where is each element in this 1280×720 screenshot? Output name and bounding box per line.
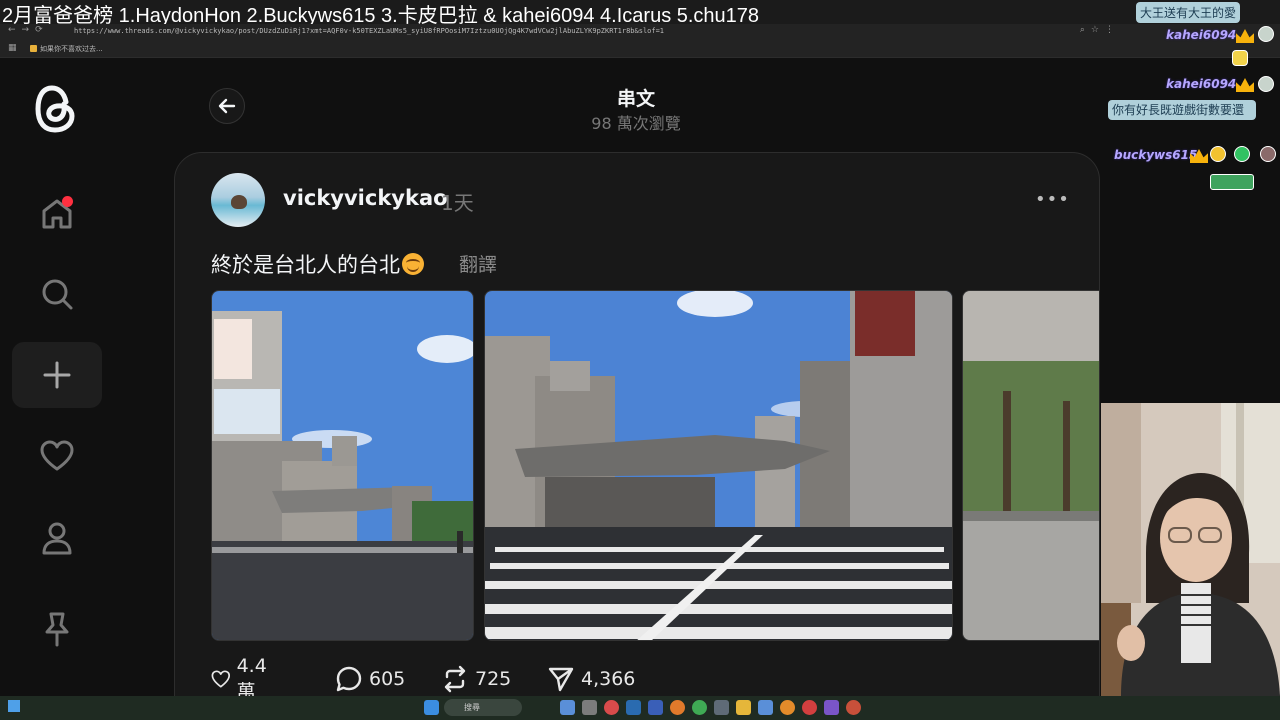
start-button-icon[interactable] [424,700,439,715]
chat-username: kahei6094 [1166,77,1237,91]
crown-badge-icon [1236,29,1254,43]
repost-button[interactable]: 725 [441,665,511,693]
more-options-icon[interactable]: ••• [1035,189,1070,210]
page-title: 串文 [616,88,655,110]
webcam-feed [1101,403,1280,696]
threads-logo-icon[interactable] [30,81,82,137]
heart-icon [211,670,231,688]
leaderboard-ticker: 2月富爸爸榜 1.HaydonHon 2.Buckyws615 3.卡皮巴拉 &… [0,0,1280,27]
post-username[interactable]: vickyvickykao [283,186,448,210]
app-icon[interactable] [758,700,773,715]
like-button[interactable]: 4.4 萬 [211,655,275,703]
view-count: 98 萬次瀏覽 [591,114,681,133]
repost-count: 725 [475,668,512,690]
steam-icon[interactable] [626,700,641,715]
folder-icon[interactable] [736,700,751,715]
browser-address-bar: ←→⟳ https://www.threads.com/@vickyvickyk… [0,24,1280,40]
url-field[interactable]: https://www.threads.com/@vickyvickykao/p… [74,27,664,35]
emote-icon [1210,174,1254,190]
browser-nav-icons[interactable]: ←→⟳ [8,25,49,35]
back-button[interactable] [209,88,245,124]
chat-message: 你有好長既遊戲街數要還 [1108,100,1256,120]
app-icon[interactable] [714,700,729,715]
comment-count: 605 [369,668,406,690]
post-text-content: 終於是台北人的台北 [211,253,400,277]
os-taskbar: 搜尋 [0,696,1280,720]
avatar-figure [231,195,247,209]
avatar[interactable] [211,173,265,227]
plus-icon [43,361,71,389]
chrome-icon[interactable] [692,700,707,715]
person-icon [42,522,72,555]
firefox-icon[interactable] [670,700,685,715]
repost-icon [444,665,466,693]
post-photo-1[interactable] [211,290,474,641]
post-photo-2[interactable] [484,290,953,641]
app-icon[interactable] [582,700,597,715]
post-card: vickyvickykao 1天 ••• 終於是台北人的台北 翻譯 4.4 萬 … [174,152,1100,720]
share-button[interactable]: 4,366 [547,665,635,693]
chat-avatar [1260,146,1276,162]
star-badge-icon [1234,146,1250,162]
app-icon[interactable] [802,700,817,715]
emote-icon [1232,50,1248,66]
sidebar-item-profile[interactable] [12,505,102,571]
post-text: 終於是台北人的台北 [211,249,424,279]
chat-username: kahei6094 [1166,28,1237,42]
sidebar-item-pinned[interactable] [12,596,102,662]
arrow-left-icon [218,98,236,114]
app-icon[interactable] [846,700,861,715]
apps-grid-icon[interactable]: ▦ [8,43,17,53]
taskbar-search[interactable]: 搜尋 [444,699,522,716]
smiling-emoji-icon [402,253,424,275]
sidebar-item-activity[interactable] [12,423,102,489]
sidebar [0,59,112,696]
app-icon[interactable] [560,700,575,715]
chat-message: 大王送有大王的愛 [1136,2,1241,23]
notification-dot [62,196,73,207]
comment-icon [336,666,362,692]
chat-avatar [1258,76,1274,92]
post-time: 1天 [441,191,474,215]
send-icon [548,667,574,692]
heart-icon [40,440,74,471]
translate-link[interactable]: 翻譯 [459,250,497,277]
share-count: 4,366 [581,668,636,690]
pin-icon [45,612,69,647]
bookmark-item[interactable]: 如果你不喜欢过去... [30,44,103,54]
widgets-icon[interactable] [8,700,20,712]
search-icon [42,279,73,310]
bookmarks-bar: ▦ 如果你不喜欢过去... [0,40,1280,58]
sidebar-item-home[interactable] [12,181,102,247]
chat-avatar [1258,26,1274,42]
sidebar-item-search[interactable] [12,261,102,327]
chat-username: buckyws615 [1114,148,1198,162]
stream-chat-overlay: 大王送有大王的愛 kahei6094 kahei6094 你有好長既遊戲街數要還… [1104,0,1280,200]
sidebar-item-create[interactable] [12,342,102,408]
app-icon[interactable] [824,700,839,715]
post-photo-3[interactable] [962,290,1099,641]
comment-button[interactable]: 605 [335,665,405,693]
rank-badge-icon [1210,146,1226,162]
crown-badge-icon [1236,78,1254,92]
app-icon[interactable] [780,700,795,715]
app-icon[interactable] [648,700,663,715]
app-icon[interactable] [604,700,619,715]
